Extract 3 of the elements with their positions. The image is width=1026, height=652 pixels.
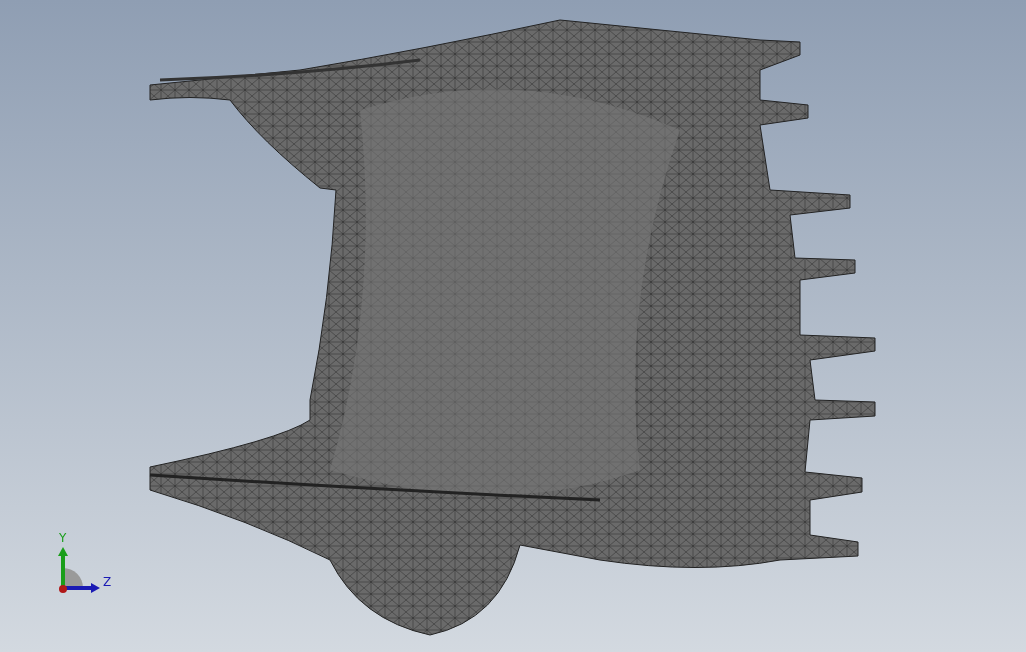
axis-label: Y [59,532,67,544]
origin-dot-icon [59,585,67,593]
axis-label: Z [103,576,112,588]
